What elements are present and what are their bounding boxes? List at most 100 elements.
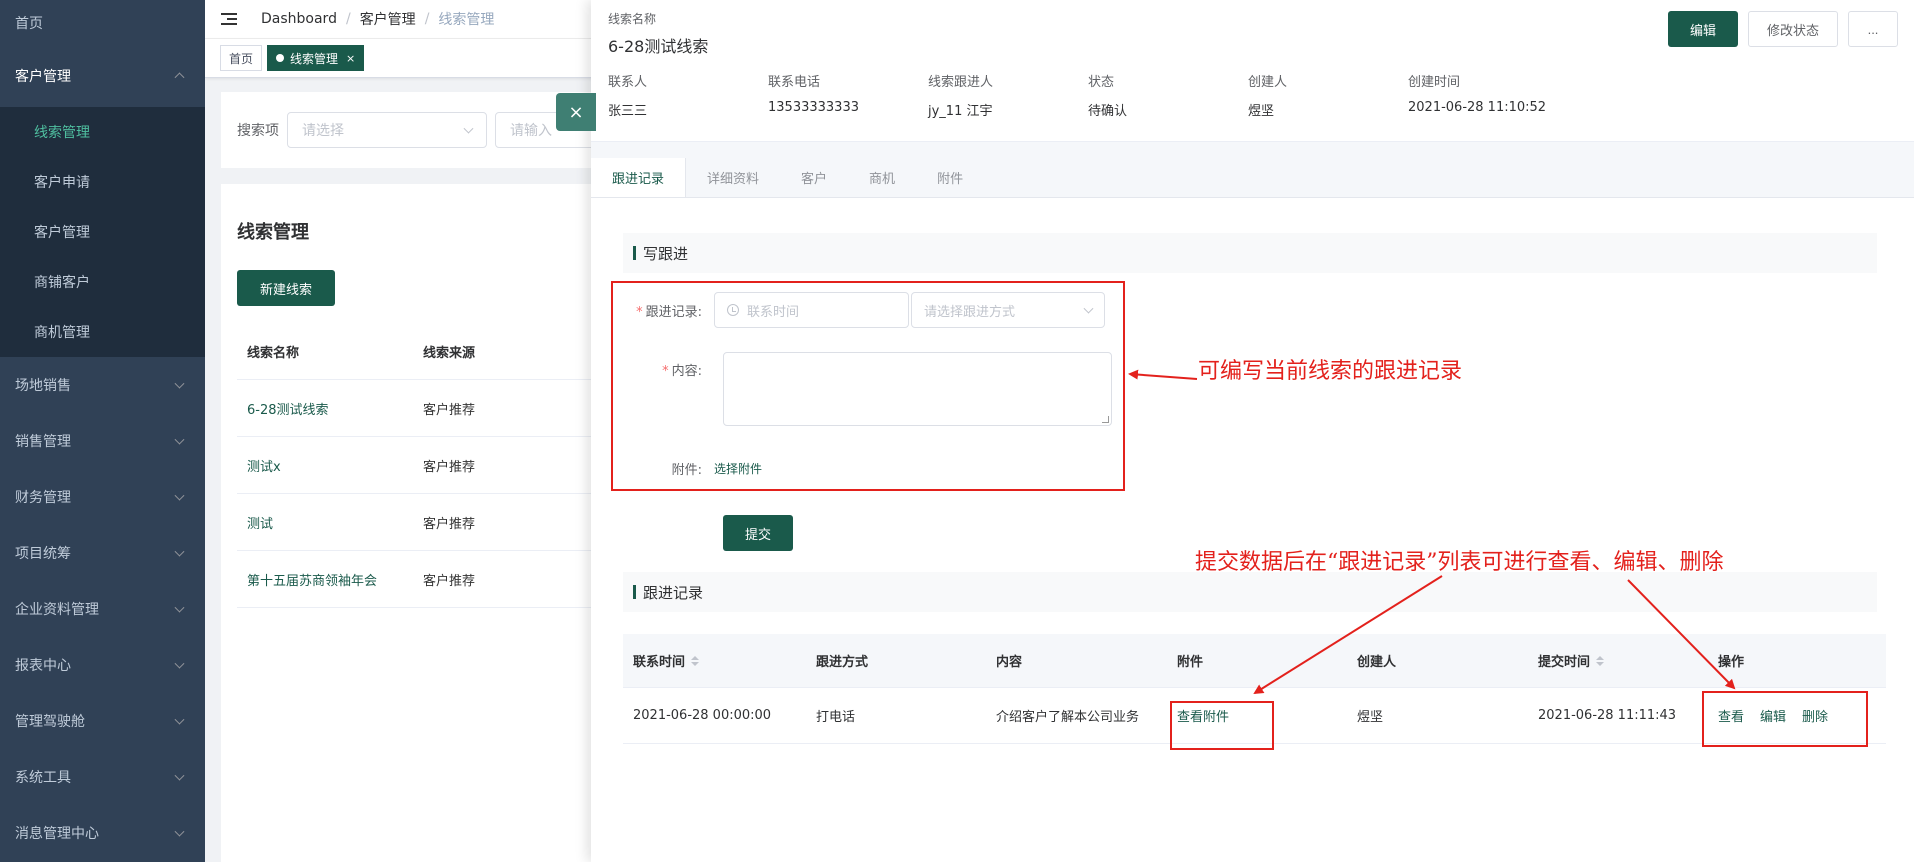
- tab-follow-records[interactable]: 跟进记录: [591, 158, 687, 197]
- column-header: 线索名称: [247, 346, 300, 361]
- menu-venue-sales[interactable]: 场地销售: [0, 357, 205, 413]
- info-key: 线索跟进人: [928, 75, 994, 90]
- info-follower: 线索跟进人 jy_11 江宇: [928, 71, 1088, 119]
- change-status-button[interactable]: 修改状态: [1748, 11, 1838, 47]
- chevron-down-icon: [174, 490, 185, 501]
- header-text: 提交时间: [1538, 655, 1591, 670]
- search-field-select[interactable]: 请选择: [287, 112, 487, 148]
- write-follow-section: 写跟进: [623, 233, 1877, 273]
- record-content: 介绍客户了解本公司业务: [996, 710, 1140, 725]
- menu-project[interactable]: 项目统筹: [0, 525, 205, 581]
- menu-finance-mgmt[interactable]: 财务管理: [0, 469, 205, 525]
- sub-item-customer-apply[interactable]: 客户申请: [0, 157, 205, 207]
- more-button[interactable]: ...: [1848, 11, 1898, 47]
- annotation-form-note: 可编写当前线索的跟进记录: [1198, 359, 1463, 384]
- chevron-down-icon: [174, 546, 185, 557]
- sub-item-customer-mgmt[interactable]: 客户管理: [0, 207, 205, 257]
- column-header: 跟进方式: [816, 655, 869, 670]
- menu-message-center[interactable]: 消息管理中心: [0, 805, 205, 861]
- section-title: 跟进记录: [643, 583, 704, 602]
- record-submitted: 2021-06-28 11:11:43: [1538, 708, 1677, 723]
- chevron-down-icon: [174, 714, 185, 725]
- record-creator: 煜坚: [1357, 710, 1384, 725]
- menu-customer-mgmt-label: 客户管理: [15, 69, 71, 85]
- sub-item-opportunity[interactable]: 商机管理: [0, 307, 205, 357]
- submit-button[interactable]: 提交: [723, 515, 793, 551]
- menu-system-tools[interactable]: 系统工具: [0, 749, 205, 805]
- tab-attachments[interactable]: 附件: [916, 158, 984, 197]
- chevron-down-icon: [174, 826, 185, 837]
- info-key: 创建人: [1248, 75, 1288, 90]
- info-status: 状态 待确认: [1088, 71, 1248, 119]
- menu-home[interactable]: 首页: [0, 0, 205, 45]
- breadcrumb-leads: 线索管理: [438, 12, 495, 28]
- breadcrumb-separator: /: [424, 11, 430, 27]
- column-header: 创建人: [1357, 655, 1397, 670]
- new-lead-button[interactable]: 新建线索: [237, 270, 335, 306]
- select-placeholder: 请选择: [302, 123, 344, 139]
- drawer-header: 线索名称 6-28测试线索 编辑 修改状态 ... 联系人 张三三 联系电话 135…: [591, 0, 1914, 142]
- tab-opportunity[interactable]: 商机: [848, 158, 916, 197]
- sub-item-shop-customer[interactable]: 商铺客户: [0, 257, 205, 307]
- menu-label: 销售管理: [15, 434, 71, 450]
- info-value: 煜坚: [1248, 104, 1275, 119]
- tab-details[interactable]: 详细资料: [686, 158, 780, 197]
- search-label: 搜索项: [237, 123, 279, 139]
- close-icon[interactable]: ×: [346, 52, 355, 65]
- lead-name-link[interactable]: 6-28测试线索: [237, 399, 423, 418]
- menu-cockpit[interactable]: 管理驾驶舱: [0, 693, 205, 749]
- menu-label: 管理驾驶舱: [15, 714, 85, 730]
- menu-sales-mgmt[interactable]: 销售管理: [0, 413, 205, 469]
- annotation-box-attachment: [1170, 701, 1274, 750]
- info-value: 13533333333: [768, 100, 859, 115]
- info-key: 状态: [1088, 75, 1115, 90]
- lead-name-link[interactable]: 第十五届苏商领袖年会: [237, 570, 423, 589]
- sort-icon[interactable]: [691, 655, 700, 666]
- tag-label: 线索管理: [290, 51, 339, 66]
- sub-item-leads[interactable]: 线索管理: [0, 107, 205, 157]
- menu-reports[interactable]: 报表中心: [0, 637, 205, 693]
- header-actions: 编辑 修改状态 ...: [1668, 11, 1898, 47]
- chevron-down-icon: [463, 123, 474, 134]
- chevron-down-icon: [174, 658, 185, 669]
- hamburger-icon[interactable]: [221, 12, 237, 26]
- info-value: jy_11 江宇: [928, 104, 993, 119]
- table-header: 联系时间 跟进方式 内容 附件 创建人 提交时间 操作: [623, 634, 1886, 688]
- tag-label: 首页: [229, 51, 254, 66]
- chevron-down-icon: [174, 434, 185, 445]
- column-header-submitted[interactable]: 提交时间: [1528, 651, 1708, 670]
- edit-button[interactable]: 编辑: [1668, 11, 1738, 47]
- detail-tabs: 跟进记录 详细资料 客户 商机 附件: [591, 158, 1914, 198]
- section-title: 写跟进: [643, 244, 689, 263]
- sort-icon[interactable]: [1596, 655, 1605, 666]
- column-header-time[interactable]: 联系时间: [623, 651, 806, 670]
- info-key: 联系人: [608, 75, 648, 90]
- breadcrumb-customer[interactable]: 客户管理: [360, 9, 416, 29]
- menu-label: 报表中心: [15, 658, 71, 674]
- menu-enterprise-data[interactable]: 企业资料管理: [0, 581, 205, 637]
- info-created-at: 创建时间 2021-06-28 11:10:52: [1408, 71, 1568, 119]
- lead-name-link[interactable]: 测试x: [237, 456, 423, 475]
- drawer-close-button[interactable]: ×: [556, 93, 596, 131]
- info-phone: 联系电话 13533333333: [768, 71, 928, 119]
- lead-info-grid: 联系人张三三 联系电话 13533333333 线索跟进人 jy_11 江宇 状态待…: [608, 71, 1897, 119]
- tab-customer[interactable]: 客户: [780, 158, 848, 197]
- info-contact: 联系人 张三三: [608, 71, 768, 119]
- column-header: 操作: [1718, 655, 1745, 670]
- info-value: 张三三: [608, 104, 648, 119]
- tag-home[interactable]: 首页: [220, 45, 263, 71]
- breadcrumb-separator: /: [345, 11, 351, 27]
- menu-customer-mgmt[interactable]: 客户管理: [0, 45, 205, 107]
- tag-leads[interactable]: 线索管理 ×: [267, 45, 365, 71]
- annotation-box-actions: [1702, 691, 1868, 747]
- menu-label: 企业资料管理: [15, 602, 99, 618]
- info-key: 联系电话: [768, 75, 821, 90]
- breadcrumb-dashboard[interactable]: Dashboard: [261, 11, 337, 27]
- info-value: 待确认: [1088, 104, 1128, 119]
- info-value: 2021-06-28 11:10:52: [1408, 100, 1547, 115]
- records-section: 跟进记录: [623, 572, 1877, 612]
- record-method: 打电话: [816, 710, 856, 725]
- info-key: 创建时间: [1408, 75, 1461, 90]
- menu-label: 消息管理中心: [15, 826, 99, 842]
- lead-name-link[interactable]: 测试: [237, 513, 423, 532]
